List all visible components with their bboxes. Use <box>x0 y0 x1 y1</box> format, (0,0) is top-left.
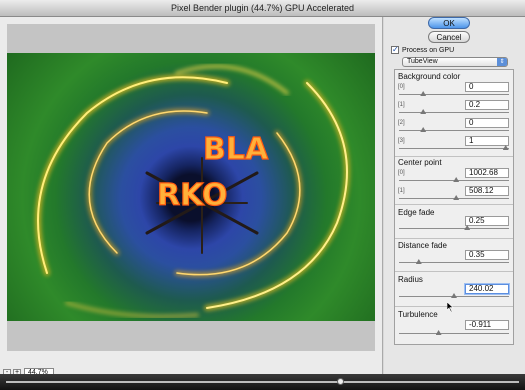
background-color-3-input[interactable]: 1 <box>465 136 509 146</box>
edge-fade-input[interactable]: 0.25 <box>465 216 509 226</box>
slider-thumb[interactable] <box>420 91 427 96</box>
edge-fade-row: 0.25 <box>395 216 513 232</box>
center-point-label: Center point <box>398 158 442 167</box>
turbulence-label: Turbulence <box>398 310 438 319</box>
tube-view-artwork: BLA RKO <box>35 64 350 319</box>
channel-index: [1] <box>398 102 405 108</box>
cancel-button[interactable]: Cancel <box>428 31 470 43</box>
process-on-gpu-label: Process on GPU <box>402 46 455 54</box>
slider-thumb[interactable] <box>451 293 457 298</box>
settings-sidebar: OK Cancel ✓ Process on GPU TubeView ⇕ Ba… <box>384 17 525 374</box>
background-color-3-slider[interactable] <box>399 145 509 150</box>
distance-fade-group: Distance fade 0.35 <box>395 241 513 271</box>
window-title: Pixel Bender plugin (44.7%) GPU Accelera… <box>0 0 525 17</box>
radius-slider[interactable] <box>399 293 509 298</box>
slider-thumb[interactable] <box>415 259 422 264</box>
background-color-label: Background color <box>398 72 461 81</box>
center-point-group: Center point [0] 1002.68 [1] 508.12 <box>395 158 513 206</box>
turbulence-input[interactable]: -0.911 <box>465 320 509 330</box>
background-color-channel-3: [3] 1 <box>395 136 513 152</box>
turbulence-row: -0.911 <box>395 320 513 336</box>
filter-select-value: TubeView <box>407 58 438 65</box>
bottom-scrubber-bar <box>0 374 525 390</box>
sign-letters-bottom: RKO <box>157 178 228 213</box>
scrubber-thumb[interactable] <box>337 378 344 385</box>
channel-index: [1] <box>398 188 405 194</box>
channel-index: [2] <box>398 120 405 126</box>
background-color-2-slider[interactable] <box>399 127 509 132</box>
edge-fade-slider[interactable] <box>399 225 509 230</box>
background-color-0-input[interactable]: 0 <box>465 82 509 92</box>
center-point-x-slider[interactable] <box>399 177 509 182</box>
divider <box>395 204 513 205</box>
distance-fade-row: 0.35 <box>395 250 513 266</box>
turbulence-slider[interactable] <box>399 330 509 335</box>
slider-thumb[interactable] <box>435 330 442 335</box>
edge-fade-group: Edge fade 0.25 <box>395 208 513 238</box>
slider-thumb[interactable] <box>420 109 427 114</box>
background-color-1-input[interactable]: 0.2 <box>465 100 509 110</box>
ok-button[interactable]: OK <box>428 17 470 29</box>
radius-label: Radius <box>398 275 423 284</box>
scrubber-track[interactable] <box>6 381 519 383</box>
center-point-channel-0: [0] 1002.68 <box>395 168 513 184</box>
slider-thumb[interactable] <box>453 195 460 200</box>
distance-fade-slider[interactable] <box>399 259 509 264</box>
background-color-1-slider[interactable] <box>399 109 509 114</box>
chevron-updown-icon: ⇕ <box>497 58 507 66</box>
turbulence-group: Turbulence -0.911 <box>395 310 513 344</box>
radius-input[interactable]: 240.02 <box>465 284 509 294</box>
radius-group: Radius 240.02 <box>395 275 513 305</box>
channel-index: [0] <box>398 84 405 90</box>
arrow-cursor-icon <box>447 302 454 312</box>
background-color-channel-0: [0] 0 <box>395 82 513 98</box>
center-point-channel-1: [1] 508.12 <box>395 186 513 202</box>
center-point-y-input[interactable]: 508.12 <box>465 186 509 196</box>
sign-letters-top: BLA <box>203 132 269 167</box>
check-icon[interactable]: ✓ <box>391 46 399 54</box>
background-color-channel-1: [1] 0.2 <box>395 100 513 116</box>
background-color-group: Background color [0] 0 [1] 0.2 [2] 0 [3]… <box>395 72 513 158</box>
divider <box>395 156 513 157</box>
preview-image[interactable]: BLA RKO <box>7 53 375 321</box>
background-color-channel-2: [2] 0 <box>395 118 513 134</box>
slider-thumb[interactable] <box>453 177 460 182</box>
divider <box>395 271 513 272</box>
background-color-2-input[interactable]: 0 <box>465 118 509 128</box>
process-on-gpu-row[interactable]: ✓ Process on GPU <box>391 45 454 55</box>
distance-fade-label: Distance fade <box>398 241 447 250</box>
radius-row: 240.02 <box>395 284 513 300</box>
channel-index: [3] <box>398 138 405 144</box>
canvas-area: BLA RKO <box>7 24 375 351</box>
slider-thumb[interactable] <box>420 127 427 132</box>
divider <box>395 238 513 239</box>
center-point-y-slider[interactable] <box>399 195 509 200</box>
background-color-0-slider[interactable] <box>399 91 509 96</box>
channel-index: [0] <box>398 170 405 176</box>
filter-select[interactable]: TubeView ⇕ <box>402 57 508 67</box>
preview-pane: BLA RKO - + 44.7% <box>0 17 383 378</box>
center-point-x-input[interactable]: 1002.68 <box>465 168 509 178</box>
distance-fade-input[interactable]: 0.35 <box>465 250 509 260</box>
